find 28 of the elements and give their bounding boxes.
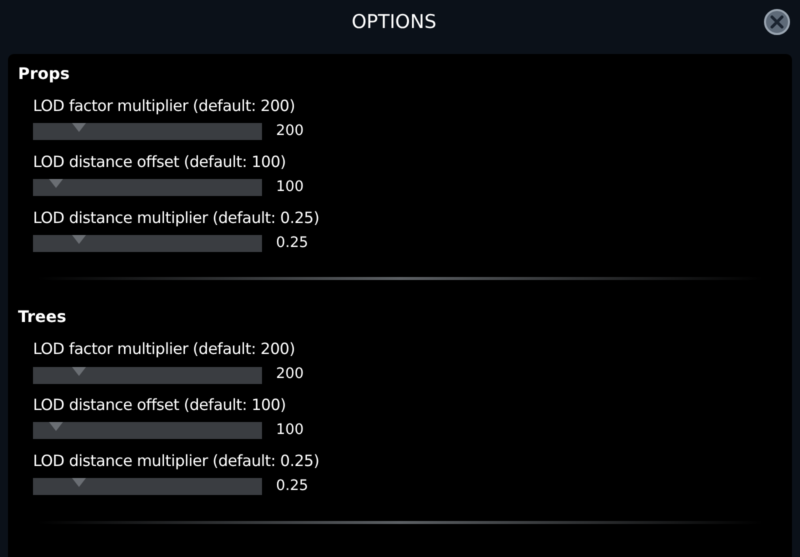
section-title: Props [18,63,70,85]
slider-value: 0.25 [276,476,308,496]
window-title: OPTIONS [352,10,436,35]
slider-value: 200 [276,122,304,141]
slider-thumb[interactable] [72,478,86,488]
slider-thumb[interactable] [72,366,86,376]
slider-thumb[interactable] [48,422,63,432]
slider-track[interactable] [33,234,262,252]
slider-track[interactable] [33,478,262,496]
slider-track[interactable] [33,179,262,196]
slider-label: LOD factor multiplier (default: 200) [33,339,295,360]
slider-label: LOD distance multiplier (default: 0.25) [33,208,320,228]
slider-track[interactable] [33,422,262,440]
slider-value: 0.25 [276,234,308,252]
slider-thumb[interactable] [72,123,86,132]
slider-label: LOD distance offset (default: 100) [33,395,286,415]
slider-value: 100 [276,421,304,440]
slider-thumb[interactable] [48,179,63,188]
slider-thumb[interactable] [72,234,86,244]
slider-label: LOD factor multiplier (default: 200) [33,96,295,116]
slider-label: LOD distance multiplier (default: 0.25) [33,450,320,471]
section-title: Trees [18,306,66,328]
slider-label: LOD distance offset (default: 100) [33,152,286,172]
slider-value: 100 [276,178,304,197]
slider-value: 200 [276,365,304,384]
slider-track[interactable] [33,123,262,140]
slider-track[interactable] [33,366,262,384]
close-icon[interactable] [764,9,790,35]
